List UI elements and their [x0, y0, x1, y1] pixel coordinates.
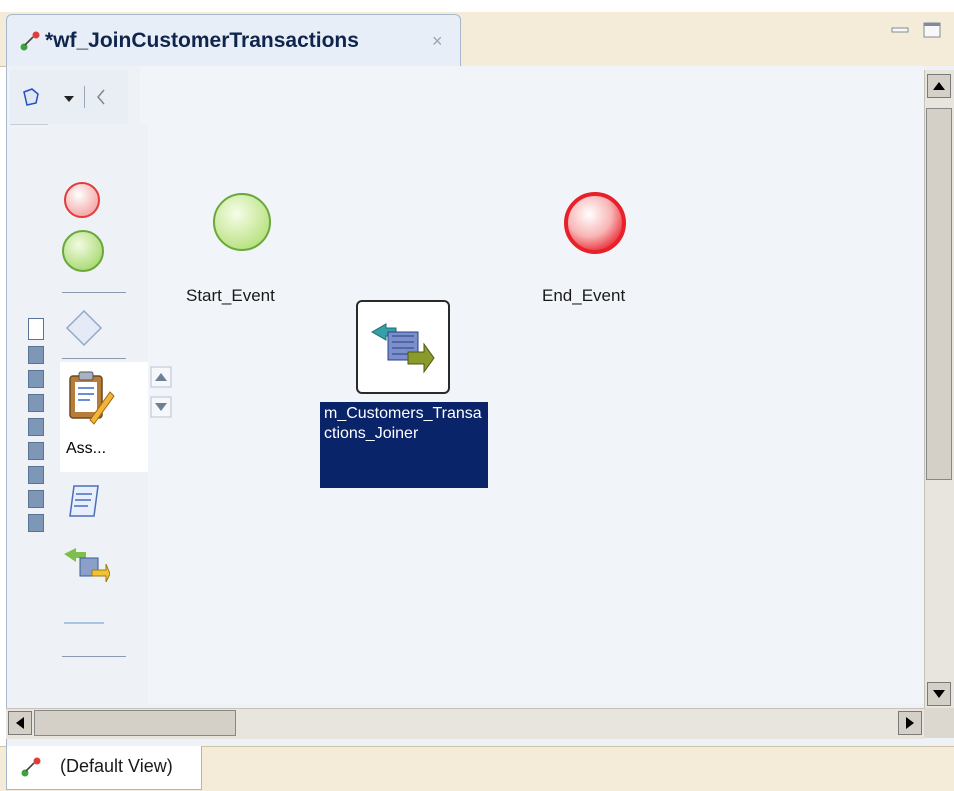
top-strip: [0, 0, 954, 12]
select-tool-icon[interactable]: [20, 86, 42, 108]
palette-page-indicator[interactable]: [28, 394, 44, 412]
end-event-icon[interactable]: [562, 190, 628, 256]
collapse-palette-icon[interactable]: [94, 88, 108, 106]
minimize-icon[interactable]: [890, 20, 910, 40]
scroll-down-button[interactable]: [927, 682, 951, 706]
palette-separator: [62, 292, 126, 293]
palette-page-indicator[interactable]: [28, 490, 44, 508]
palette-scroll-down-icon[interactable]: [150, 396, 172, 418]
start-event-tool-icon[interactable]: [60, 228, 106, 274]
start-event-label: Start_Event: [186, 286, 275, 305]
arrow-right-icon: [906, 717, 914, 729]
end-event-label: End_Event: [542, 286, 626, 305]
palette-divider: [84, 86, 85, 108]
mapping-tool-icon[interactable]: [62, 544, 110, 584]
mapping-task-label[interactable]: m_Customers_Transactions_Joiner: [320, 402, 488, 488]
palette-item-label: Ass...: [66, 440, 107, 457]
palette-separator: [62, 358, 126, 359]
scroll-left-button[interactable]: [8, 711, 32, 735]
palette-page-indicator[interactable]: [28, 442, 44, 460]
chevron-down-icon[interactable]: [62, 92, 76, 106]
palette-scroll-up-icon[interactable]: [150, 366, 172, 388]
end-event-tool-icon[interactable]: [62, 180, 102, 220]
workflow-icon: [21, 757, 41, 777]
palette-page-indicator[interactable]: [28, 466, 44, 484]
default-view-label: (Default View): [60, 756, 173, 776]
workflow-canvas[interactable]: [140, 66, 924, 704]
workflow-icon: [20, 31, 40, 51]
scroll-corner: [924, 708, 954, 738]
maximize-icon[interactable]: [922, 20, 942, 40]
palette-page-indicator[interactable]: [28, 346, 44, 364]
arrow-up-icon: [933, 82, 945, 90]
tab-title: *wf_JoinCustomerTransactions: [45, 29, 359, 52]
palette-page-indicator[interactable]: [28, 370, 44, 388]
palette-page-indicator[interactable]: [28, 418, 44, 436]
tab-close-button[interactable]: ×: [432, 31, 443, 52]
vertical-scroll-thumb[interactable]: [926, 108, 952, 480]
mapping-task-icon: [370, 323, 435, 374]
arrow-down-icon: [933, 690, 945, 698]
scroll-up-button[interactable]: [927, 74, 951, 98]
palette-separator: [62, 656, 126, 657]
assignment-task-icon: [69, 371, 115, 425]
palette-page-indicator[interactable]: [28, 514, 44, 532]
horizontal-scroll-thumb[interactable]: [34, 710, 236, 736]
start-event-icon[interactable]: [210, 190, 274, 254]
gateway-tool-icon[interactable]: [64, 308, 104, 348]
tab-workflow-editor[interactable]: *wf_JoinCustomerTransactions ×: [6, 14, 461, 66]
sequence-flow-tool[interactable]: [64, 622, 104, 624]
palette-page-indicator[interactable]: [28, 318, 44, 340]
scroll-right-button[interactable]: [898, 711, 922, 735]
arrow-left-icon: [16, 717, 24, 729]
command-task-icon[interactable]: [64, 482, 104, 520]
